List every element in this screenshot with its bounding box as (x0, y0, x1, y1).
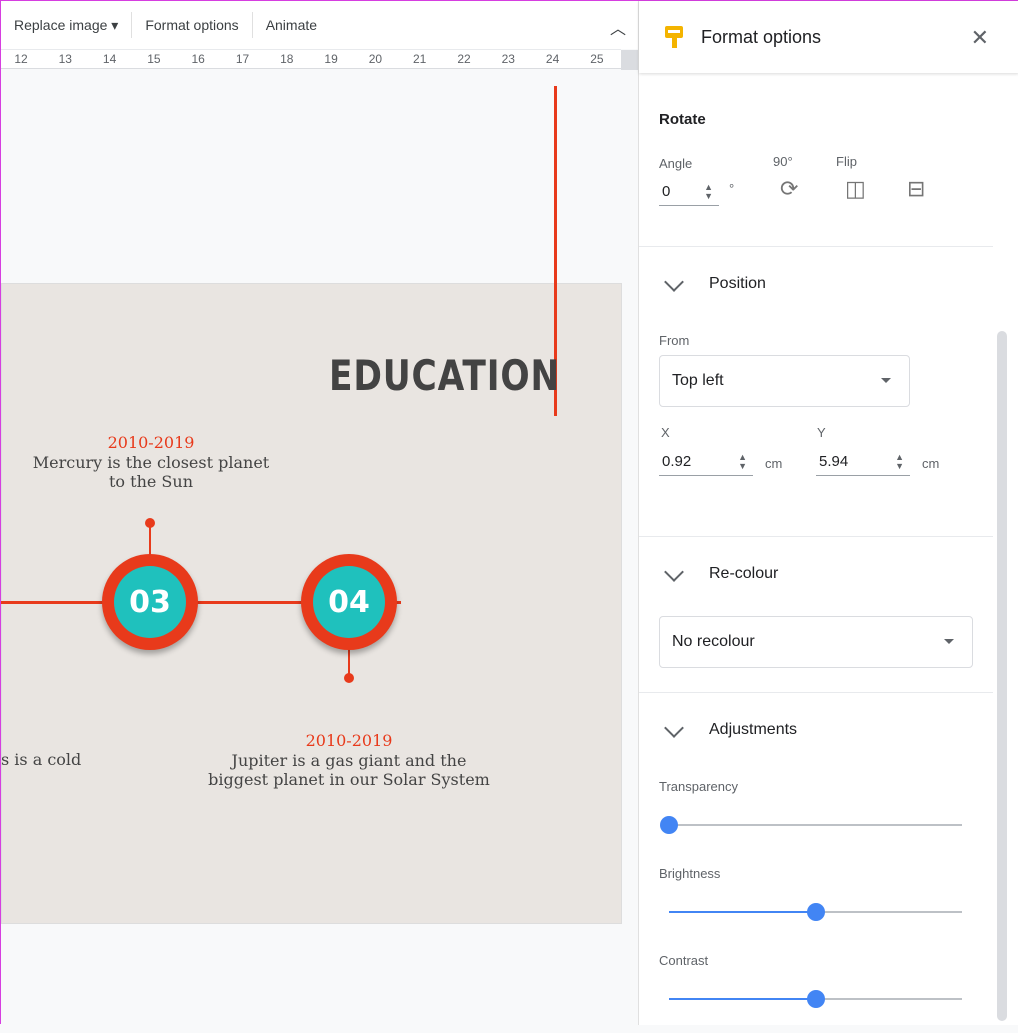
x-label: X (661, 425, 670, 440)
image-toolbar: Replace image ▾ Format options Animate ︿ (1, 1, 638, 49)
slider-thumb[interactable] (660, 816, 678, 834)
item-desc-partial: s is a cold (1, 750, 82, 769)
ruler-tick-label: 24 (545, 52, 560, 66)
slider-thumb[interactable] (806, 903, 825, 921)
ruler-tick-label: 25 (590, 52, 604, 66)
x-input[interactable]: 0.92 ▲ ▼ (659, 450, 753, 476)
format-options-button[interactable]: Format options (132, 12, 253, 38)
caret-down-icon (944, 639, 954, 649)
position-section: Position From Top left X 0.92 ▲ ▼ cm Y 5.9… (639, 247, 993, 537)
recolour-dropdown[interactable]: No recolour (659, 616, 973, 668)
chevron-down-icon[interactable] (664, 272, 684, 292)
slide-title[interactable]: EDUCATION (329, 351, 560, 400)
ruler-tick-label: 22 (457, 52, 471, 66)
ruler-tick-label: 12 (14, 52, 28, 66)
brightness-label: Brightness (659, 866, 721, 881)
ruler-tick-label: 18 (280, 52, 294, 66)
scrollbar[interactable] (997, 331, 1007, 1021)
y-input[interactable]: 5.94 ▲ ▼ (816, 450, 910, 476)
item-desc: Mercury is the closest planet to the Sun (32, 453, 270, 491)
ruler-tick-label: 21 (413, 52, 427, 66)
brightness-slider[interactable] (669, 903, 962, 921)
timeline-node-03[interactable]: 03 (102, 554, 198, 650)
connector-dot (145, 518, 155, 528)
panel-title: Format options (701, 26, 822, 47)
from-label: From (659, 333, 690, 348)
animate-button[interactable]: Animate (253, 12, 330, 38)
ruler-tick-label: 23 (501, 52, 515, 66)
close-icon[interactable]: ✕ (971, 25, 989, 51)
slider-thumb[interactable] (806, 990, 825, 1008)
ruler-tick-label: 14 (102, 52, 117, 66)
format-options-panel: Format options ✕ Rotate Angle 0 ▲ ▼ ° 90° … (638, 1, 1018, 1025)
item-date: 2010-2019 (107, 433, 195, 452)
flip-horizontal-icon[interactable]: ◫ (845, 176, 866, 202)
flip-vertical-icon[interactable]: ⊟ (907, 176, 925, 202)
from-dropdown[interactable]: Top left (659, 355, 910, 407)
chevron-up-icon[interactable]: ︿ (610, 15, 626, 39)
y-unit: cm (922, 456, 940, 471)
ruler-tick-label: 17 (235, 52, 250, 66)
angle-label: Angle (659, 156, 693, 171)
degree-unit: ° (729, 181, 735, 196)
ruler-tick-label: 20 (368, 52, 383, 66)
caret-down-icon (881, 378, 891, 388)
rotate-section: Rotate Angle 0 ▲ ▼ ° 90° ⟳ Flip ◫ ⊟ (639, 73, 993, 247)
timeline-node-04[interactable]: 04 (301, 554, 397, 650)
flip-label: Flip (836, 154, 857, 169)
adjustments-section: Adjustments Transparency Brightness Cont… (639, 693, 993, 1033)
recolour-heading[interactable]: Re-colour (709, 565, 778, 583)
rotate-90-icon[interactable]: ⟳ (780, 176, 798, 202)
format-paint-icon (665, 26, 683, 48)
ruler-tick-label: 19 (324, 52, 338, 66)
contrast-slider[interactable] (669, 990, 962, 1008)
angle-input[interactable]: 0 ▲ ▼ (659, 180, 719, 206)
connector-dot (344, 673, 354, 683)
chevron-down-icon[interactable] (664, 562, 684, 582)
ruler-tick-label: 15 (147, 52, 161, 66)
ruler-tick-label: 16 (191, 52, 205, 66)
contrast-label: Contrast (659, 953, 709, 968)
replace-image-button[interactable]: Replace image ▾ (1, 12, 133, 38)
chevron-down-icon[interactable] (664, 718, 684, 738)
ruler-tick-label: 13 (58, 52, 72, 66)
y-label: Y (817, 425, 826, 440)
adjustments-heading[interactable]: Adjustments (709, 721, 797, 739)
transparency-slider[interactable] (660, 816, 962, 834)
item-date: 2010-2019 (305, 731, 393, 750)
recolour-section: Re-colour No recolour (639, 537, 993, 693)
rotate-heading: Rotate (659, 111, 706, 128)
horizontal-ruler: 12 13 14 15 16 17 18 19 20 21 22 23 24 25 (1, 49, 638, 70)
position-heading[interactable]: Position (709, 275, 766, 293)
x-unit: cm (765, 456, 783, 471)
item-desc: Jupiter is a gas giant and the biggest p… (208, 751, 490, 789)
rotate-90-label: 90° (773, 154, 793, 169)
transparency-label: Transparency (659, 779, 738, 794)
connector (149, 524, 151, 556)
